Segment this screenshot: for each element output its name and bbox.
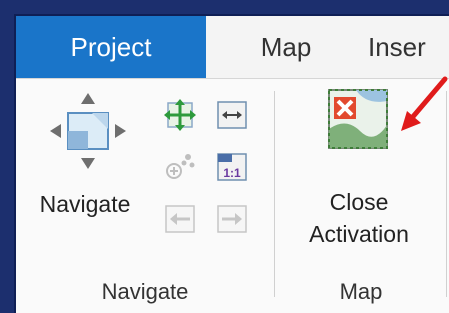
navigate-button[interactable]: Navigate — [20, 91, 150, 241]
full-extent-button[interactable] — [162, 97, 198, 133]
tab-map[interactable]: Map — [226, 16, 346, 78]
zoom-to-selected-button[interactable] — [162, 149, 198, 185]
tab-bar: Project Map Inser — [16, 16, 449, 78]
navigate-group-label: Navigate — [101, 279, 189, 304]
tab-insert[interactable]: Inser — [368, 16, 449, 78]
navigate-icon — [48, 91, 128, 171]
group-separator — [274, 91, 275, 297]
tab-project[interactable]: Project — [16, 16, 206, 78]
navigate-group: Navigate 1:1 Navigate — [16, 79, 274, 313]
navigate-button-label: Navigate — [39, 191, 131, 217]
red-arrow-pointer — [401, 76, 448, 131]
next-extent-icon — [217, 205, 247, 233]
ribbon-panel: Navigate 1:1 Navigate Close Activation M… — [16, 78, 449, 313]
fixed-zoom-icon — [217, 101, 247, 129]
full-extent-icon — [164, 99, 196, 131]
close-activation-label-line1: Close — [329, 189, 389, 215]
previous-extent-button[interactable] — [162, 201, 198, 237]
svg-text:1:1: 1:1 — [223, 166, 241, 180]
zoom-to-selected-icon — [166, 154, 195, 179]
previous-extent-icon — [165, 205, 195, 233]
fixed-zoom-button[interactable] — [214, 97, 250, 133]
ribbon-window: Project Map Inser Navigate 1:1 Navigate … — [14, 14, 449, 313]
scale-1-1-icon: 1:1 — [217, 153, 247, 181]
next-extent-button[interactable] — [214, 201, 250, 237]
map-group-label: Map — [339, 279, 383, 304]
close-activation-icon — [326, 87, 392, 153]
scale-1-1-button[interactable]: 1:1 — [214, 149, 250, 185]
close-activation-label-line2: Activation — [309, 221, 409, 247]
